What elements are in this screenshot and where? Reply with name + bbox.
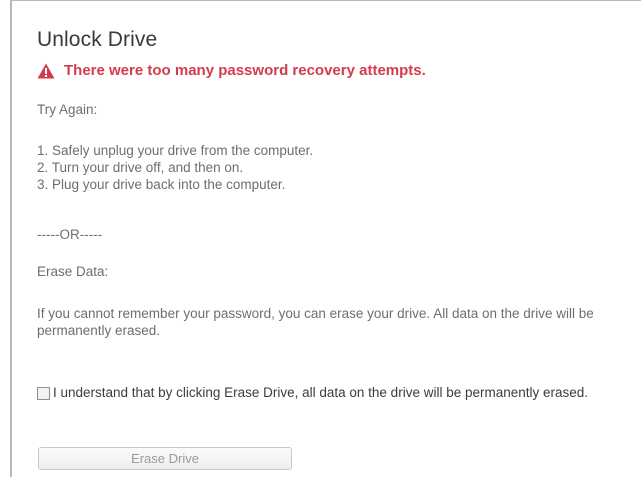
erase-description: If you cannot remember your password, yo…: [37, 306, 594, 338]
dialog-title: Unlock Drive: [37, 28, 158, 51]
confirm-erase-label[interactable]: I understand that by clicking Erase Driv…: [53, 384, 593, 401]
alert-text: There were too many password recovery at…: [64, 62, 426, 79]
warning-triangle-icon: [37, 63, 55, 78]
dialog-top-border: [10, 0, 641, 1]
alert-message: There were too many password recovery at…: [37, 62, 426, 79]
try-again-label: Try Again:: [37, 102, 98, 117]
erase-drive-button[interactable]: Erase Drive: [38, 447, 292, 470]
recovery-step: 2. Turn your drive off, and then on.: [37, 160, 244, 175]
recovery-step: 3. Plug your drive back into the compute…: [37, 177, 286, 192]
recovery-step: 1. Safely unplug your drive from the com…: [37, 143, 314, 158]
erase-data-label: Erase Data:: [37, 264, 109, 279]
unlock-drive-dialog: Unlock Drive There were too many passwor…: [0, 0, 641, 477]
confirm-erase-row: I understand that by clicking Erase Driv…: [37, 384, 593, 401]
confirm-erase-checkbox[interactable]: [37, 387, 50, 400]
recovery-steps-list: 1. Safely unplug your drive from the com…: [37, 142, 313, 193]
or-separator: -----OR-----: [37, 227, 103, 242]
dialog-left-border: [10, 0, 12, 477]
